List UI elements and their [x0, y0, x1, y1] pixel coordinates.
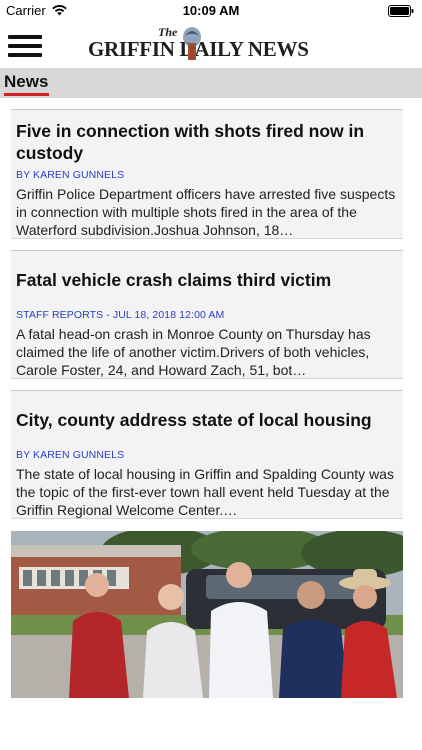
status-bar: Carrier 10:09 AM	[0, 0, 422, 22]
tab-news[interactable]: News	[4, 72, 48, 92]
hamburger-menu-icon[interactable]	[8, 35, 42, 57]
article-byline: BY KAREN GUNNELS	[16, 169, 125, 181]
active-tab-indicator	[4, 93, 49, 96]
article-summary: A fatal head-on crash in Monroe County o…	[16, 326, 371, 378]
masthead-logo[interactable]: The GRIFFIN DAILY NEWS	[88, 24, 338, 64]
article-title[interactable]: Five in connection with shots fired now …	[16, 120, 394, 164]
section-tab-bar: News	[0, 68, 422, 98]
article-title[interactable]: Fatal vehicle crash claims third victim	[16, 269, 394, 291]
news-feed[interactable]: Five in connection with shots fired now …	[0, 98, 422, 698]
bottom-blank-area	[0, 698, 422, 750]
logo-seal-icon	[183, 27, 201, 60]
article-byline: STAFF REPORTS - Jul 18, 2018 12:00 AM	[16, 309, 225, 321]
app-header: The GRIFFIN DAILY NEWS	[0, 22, 422, 68]
group-photo-image	[11, 531, 403, 698]
article-title[interactable]: City, county address state of local hous…	[16, 409, 394, 431]
article-card[interactable]: Five in connection with shots fired now …	[11, 109, 403, 239]
battery-icon	[388, 5, 414, 17]
featured-article-photo[interactable]	[11, 531, 403, 698]
article-summary: The state of local housing in Griffin an…	[16, 466, 394, 518]
clock-time: 10:09 AM	[182, 3, 240, 18]
article-card[interactable]: Fatal vehicle crash claims third victim …	[11, 250, 403, 379]
article-byline: BY KAREN GUNNELS	[16, 449, 125, 461]
article-card[interactable]: City, county address state of local hous…	[11, 390, 403, 519]
article-summary: Griffin Police Department officers have …	[16, 186, 396, 238]
